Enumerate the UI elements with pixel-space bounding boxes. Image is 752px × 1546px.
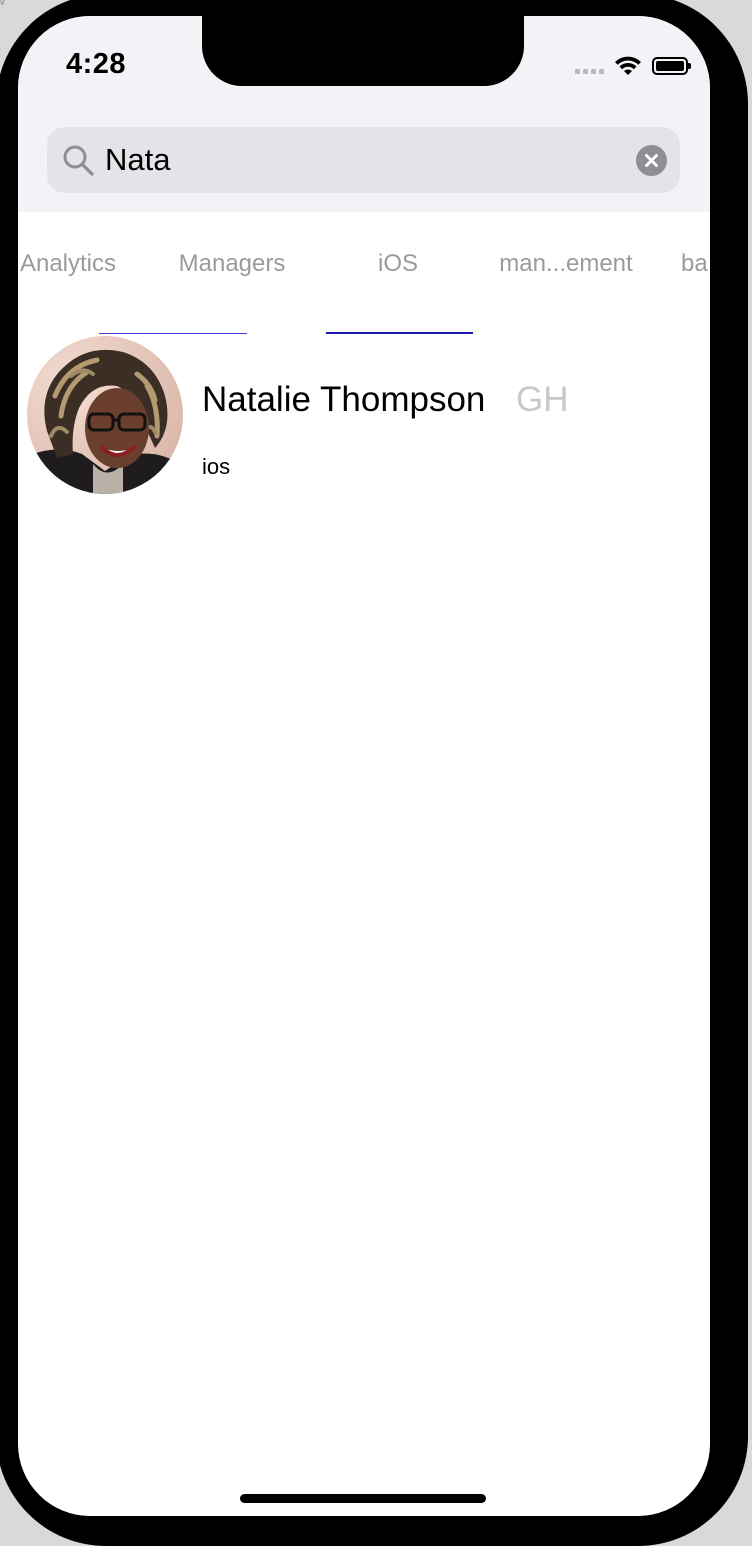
tab-analytics[interactable]: Analytics: [18, 250, 124, 278]
cellular-signal-icon: [575, 58, 604, 74]
close-icon: [645, 154, 658, 167]
search-input[interactable]: [105, 127, 625, 193]
wifi-icon: [615, 56, 641, 75]
avatar-photo: [27, 336, 183, 494]
tab-managers[interactable]: Managers: [166, 250, 298, 278]
clear-search-button[interactable]: [636, 145, 667, 176]
category-tabs: Analytics Managers iOS man...ement ba: [18, 212, 710, 334]
header-area: 4:28: [18, 16, 710, 212]
person-name: Natalie Thompson: [202, 380, 486, 419]
tab-management[interactable]: man...ement: [490, 250, 642, 278]
phone-frame: 4:28 Nata Analytics Managers iOS man...e…: [0, 0, 748, 1546]
tab-ios[interactable]: iOS: [348, 250, 448, 278]
background-window-text: w: [0, 0, 6, 10]
status-time: 4:28: [66, 48, 127, 80]
battery-icon: [652, 57, 691, 75]
avatar: [27, 336, 183, 494]
status-icons: [575, 54, 691, 78]
list-item[interactable]: Natalie Thompson GH ios: [18, 334, 710, 500]
search-icon: [63, 145, 94, 176]
device-notch: [202, 16, 524, 86]
tab-ba[interactable]: ba: [681, 250, 710, 278]
app-screen: 4:28 Nata Analytics Managers iOS man...e…: [18, 16, 710, 1516]
person-initials: GH: [516, 380, 569, 419]
person-team: ios: [202, 454, 231, 479]
home-indicator[interactable]: [240, 1494, 486, 1503]
search-bar[interactable]: [47, 127, 680, 193]
